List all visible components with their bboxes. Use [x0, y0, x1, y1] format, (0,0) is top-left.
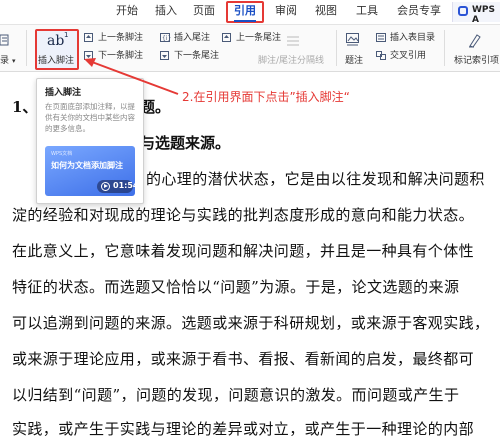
- annotation-arrow-icon: [84, 58, 179, 95]
- annotation-text: 2.在引用界面下点击”插入脚注“: [182, 90, 350, 104]
